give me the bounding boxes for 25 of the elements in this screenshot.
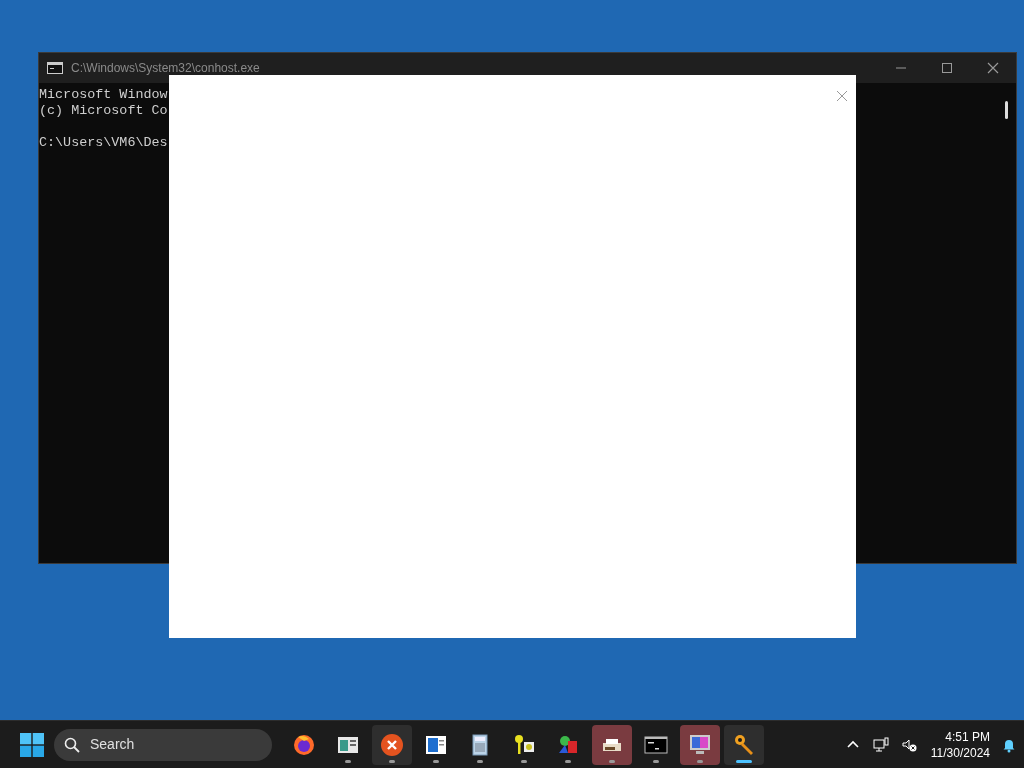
search-field[interactable]: Search — [88, 733, 238, 756]
taskbar-app-button[interactable] — [724, 724, 764, 765]
key-icon — [732, 732, 756, 757]
scrollbar-thumb[interactable] — [1005, 101, 1008, 119]
search-icon — [64, 736, 80, 753]
window-title: C:\Windows\System32\conhost.exe — [71, 60, 260, 77]
firefox-icon — [292, 732, 316, 757]
taskbar-app-button[interactable] — [372, 724, 412, 765]
clock[interactable]: 4:51 PM 11/30/2024 — [930, 728, 990, 761]
close-icon — [836, 89, 848, 102]
console-icon — [47, 62, 63, 74]
clock-time: 4:51 PM — [944, 728, 990, 745]
monitor-icon — [688, 732, 712, 757]
keys-icon — [512, 732, 536, 757]
taskbar-app-button[interactable] — [680, 724, 720, 765]
console-line: Microsoft Window — [39, 87, 168, 103]
maximize-icon — [941, 62, 953, 74]
error-icon — [380, 732, 404, 757]
taskbar-app-button[interactable] — [592, 724, 632, 765]
search-box[interactable]: Search — [54, 728, 272, 761]
console-line: (c) Microsoft Co — [39, 103, 168, 119]
close-icon — [987, 62, 999, 74]
network-icon — [872, 736, 889, 753]
clock-date: 11/30/2024 — [930, 744, 990, 761]
console-line: C:\Users\VM6\Des — [39, 135, 168, 151]
